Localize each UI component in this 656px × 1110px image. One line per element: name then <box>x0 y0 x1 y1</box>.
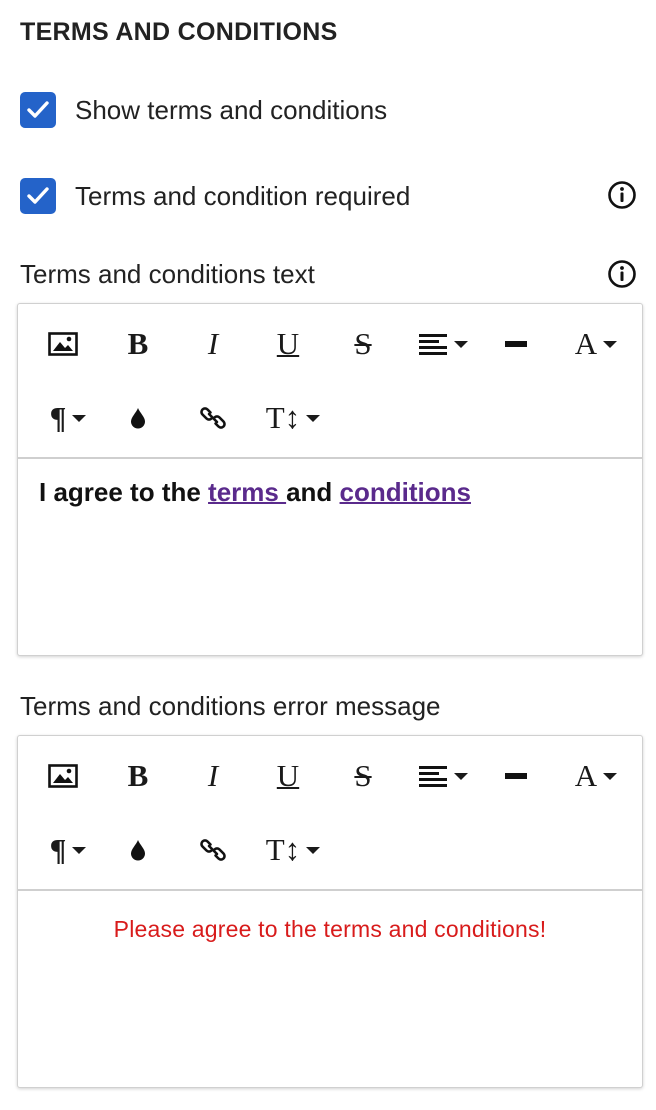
italic-button[interactable]: I <box>193 322 233 366</box>
text-size-icon: T↕ <box>265 400 301 435</box>
chevron-down-icon <box>454 772 468 780</box>
link-button[interactable] <box>193 828 233 872</box>
drop-icon <box>131 408 145 429</box>
align-left-icon <box>419 334 447 355</box>
terms-required-checkbox[interactable] <box>20 178 56 214</box>
editor-toolbar: B I U S A ¶ T↕ <box>18 304 642 459</box>
content-text: and <box>286 477 340 507</box>
underline-button[interactable]: U <box>268 322 308 366</box>
section-title: TERMS AND CONDITIONS <box>20 18 338 46</box>
text-size-dropdown[interactable]: T↕ <box>258 828 328 872</box>
conditions-link[interactable]: conditions <box>340 477 471 507</box>
chevron-down-icon <box>454 340 468 348</box>
strikethrough-button[interactable]: S <box>343 754 383 798</box>
font-color-label: A <box>574 326 598 361</box>
color-fill-button[interactable] <box>118 396 158 440</box>
chevron-down-icon <box>603 772 618 780</box>
terms-text-content: I agree to the terms and conditions <box>39 477 471 508</box>
paragraph-icon: ¶ <box>49 832 67 867</box>
horizontal-rule-icon <box>505 341 527 347</box>
chevron-down-icon <box>603 340 618 348</box>
align-dropdown[interactable] <box>413 322 473 366</box>
bold-button[interactable]: B <box>118 322 158 366</box>
underline-button[interactable]: U <box>268 754 308 798</box>
drop-icon <box>131 840 145 861</box>
checkmark-icon <box>27 187 49 204</box>
content-text: I agree to the <box>39 477 209 507</box>
horizontal-rule-icon <box>505 773 527 779</box>
horizontal-rule-button[interactable] <box>496 754 536 798</box>
terms-link[interactable]: terms <box>208 477 286 507</box>
paragraph-dropdown[interactable]: ¶ <box>38 828 98 872</box>
chevron-down-icon <box>72 414 87 422</box>
text-size-dropdown[interactable]: T↕ <box>258 396 328 440</box>
text-size-icon: T↕ <box>265 832 301 867</box>
italic-button[interactable]: I <box>193 754 233 798</box>
checkmark-icon <box>27 101 49 118</box>
terms-text-editor[interactable]: B I U S A ¶ T↕ I agree to the terms and … <box>17 303 643 656</box>
image-icon[interactable] <box>43 754 83 798</box>
align-left-icon <box>419 766 447 787</box>
error-message-editor[interactable]: B I U S A ¶ T↕ Please agree to the terms… <box>17 735 643 1088</box>
align-dropdown[interactable] <box>413 754 473 798</box>
show-terms-label: Show terms and conditions <box>75 94 388 125</box>
paragraph-dropdown[interactable]: ¶ <box>38 396 98 440</box>
editor-content[interactable]: I agree to the terms and conditions <box>18 459 642 655</box>
chevron-down-icon <box>72 846 87 854</box>
chevron-down-icon <box>306 414 321 422</box>
error-message-content: Please agree to the terms and conditions… <box>113 916 547 942</box>
terms-required-label: Terms and condition required <box>75 180 411 211</box>
font-color-dropdown[interactable]: A <box>566 754 626 798</box>
info-icon[interactable] <box>607 259 637 289</box>
paragraph-icon: ¶ <box>49 400 67 435</box>
editor-content[interactable]: Please agree to the terms and conditions… <box>18 891 642 1087</box>
strikethrough-button[interactable]: S <box>343 322 383 366</box>
info-icon[interactable] <box>607 180 637 210</box>
error-message-label: Terms and conditions error message <box>20 691 441 721</box>
chevron-down-icon <box>306 846 321 854</box>
link-button[interactable] <box>193 396 233 440</box>
bold-button[interactable]: B <box>118 754 158 798</box>
link-icon <box>200 839 226 861</box>
show-terms-row[interactable]: Show terms and conditions <box>20 92 387 128</box>
terms-text-label: Terms and conditions text <box>20 259 315 289</box>
font-color-dropdown[interactable]: A <box>566 322 626 366</box>
font-color-label: A <box>574 758 598 793</box>
image-icon[interactable] <box>43 322 83 366</box>
terms-required-row[interactable]: Terms and condition required <box>20 178 410 214</box>
color-fill-button[interactable] <box>118 828 158 872</box>
editor-toolbar: B I U S A ¶ T↕ <box>18 736 642 891</box>
link-icon <box>200 407 226 429</box>
show-terms-checkbox[interactable] <box>20 92 56 128</box>
horizontal-rule-button[interactable] <box>496 322 536 366</box>
